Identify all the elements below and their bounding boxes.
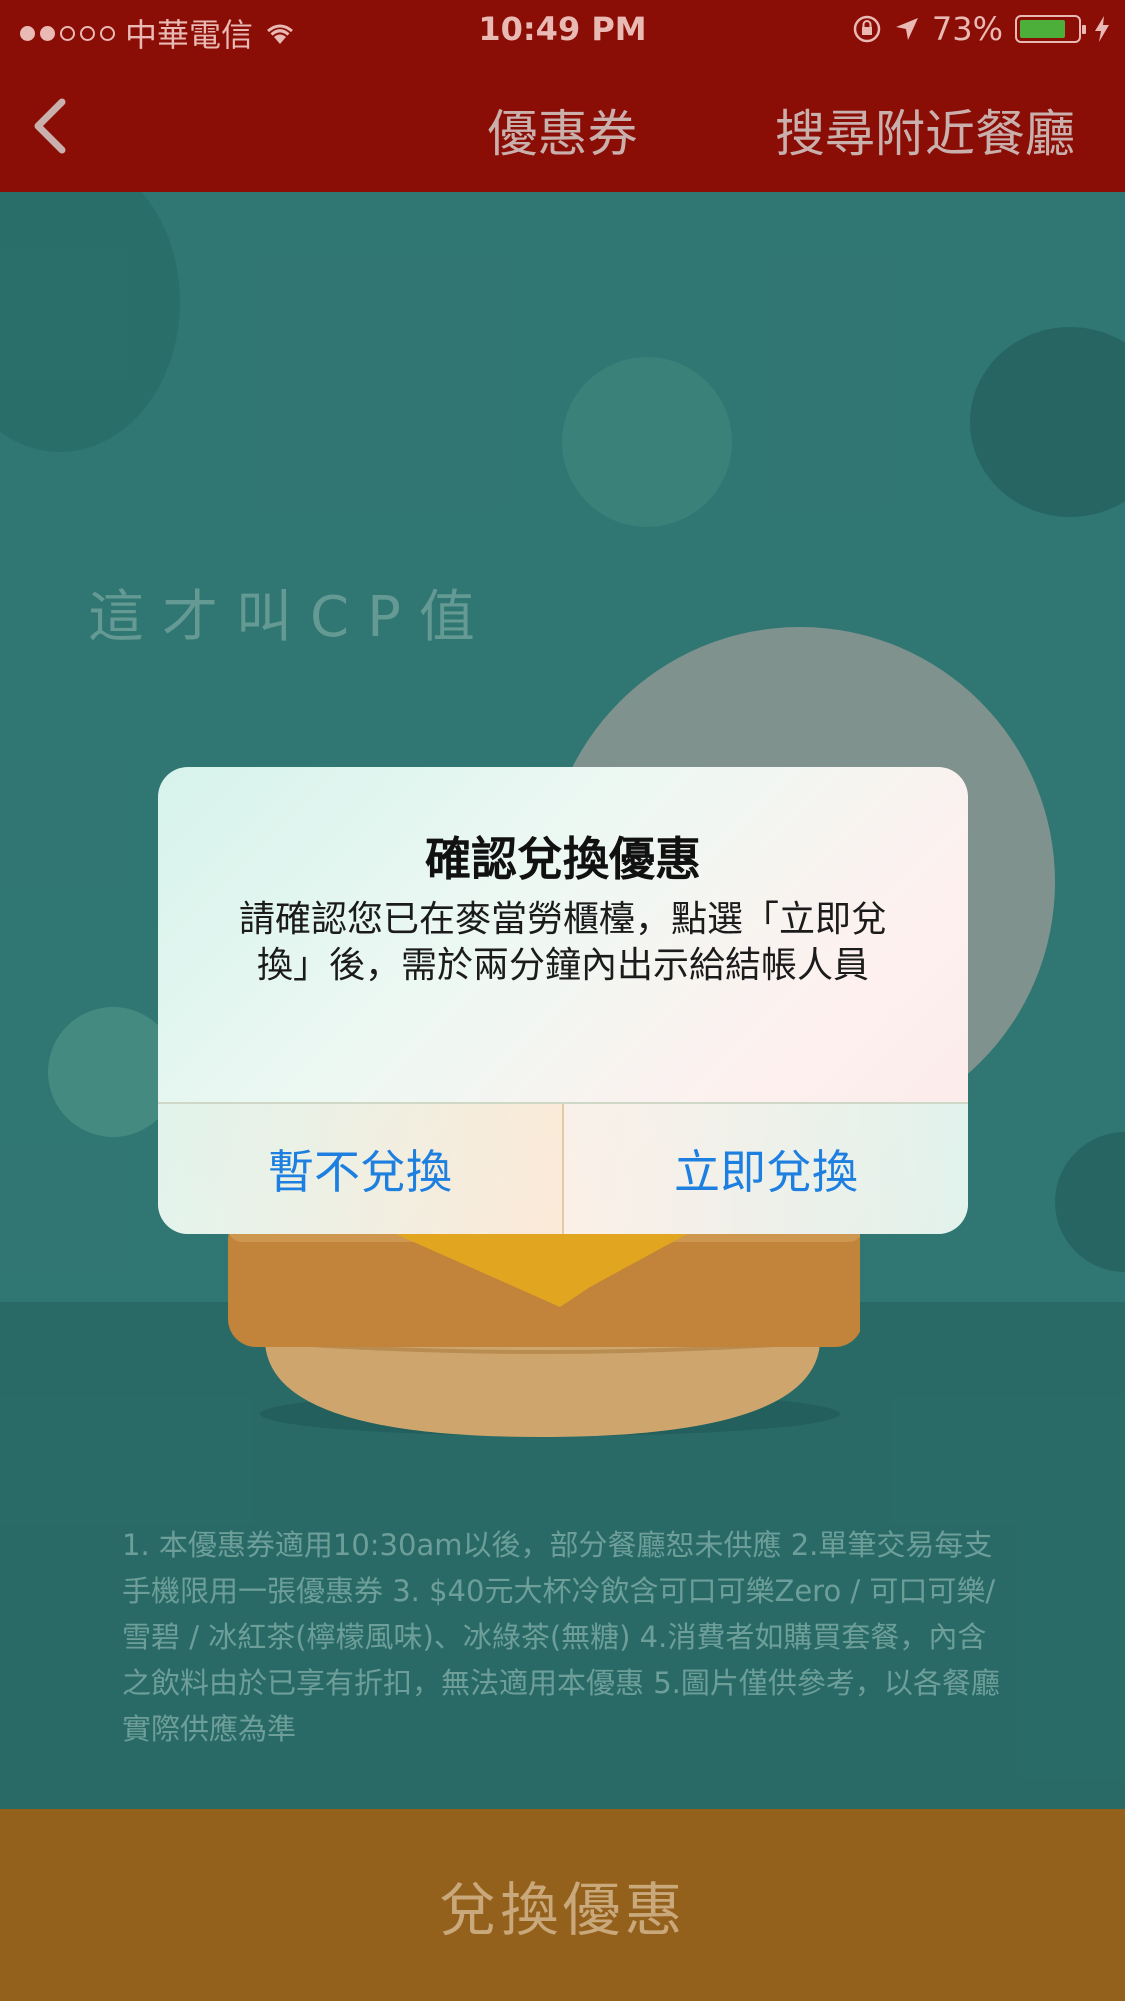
alert-title: 確認兌換優惠 — [425, 832, 701, 886]
status-right-group: 73% — [852, 10, 1111, 48]
battery-percent: 73% — [931, 10, 1003, 48]
confirm-redeem-button[interactable]: 立即兌換 — [564, 1104, 968, 1234]
search-nearby-restaurants-link[interactable]: 搜尋附近餐廳 — [775, 94, 1075, 166]
battery-icon — [1015, 15, 1086, 43]
redeem-button-label: 兌換優惠 — [438, 1876, 687, 1944]
status-bar: 中華電信 10:49 PM 73% — [0, 0, 1125, 60]
rotation-lock-icon — [853, 15, 881, 43]
charging-bolt-icon — [1095, 16, 1109, 42]
cancel-redeem-button[interactable]: 暫不兌換 — [158, 1104, 562, 1234]
redeem-button[interactable]: 兌換優惠 — [0, 1809, 1125, 2001]
confirm-redeem-alert: 確認兌換優惠 請確認您已在麥當勞櫃檯，點選「立即兌換」後，需於兩分鐘內出示給結帳… — [158, 767, 968, 1234]
location-arrow-icon — [895, 18, 918, 40]
nav-bar: 優惠券 搜尋附近餐廳 — [0, 60, 1125, 192]
alert-message: 請確認您已在麥當勞櫃檯，點選「立即兌換」後，需於兩分鐘內出示給結帳人員 — [238, 899, 887, 986]
